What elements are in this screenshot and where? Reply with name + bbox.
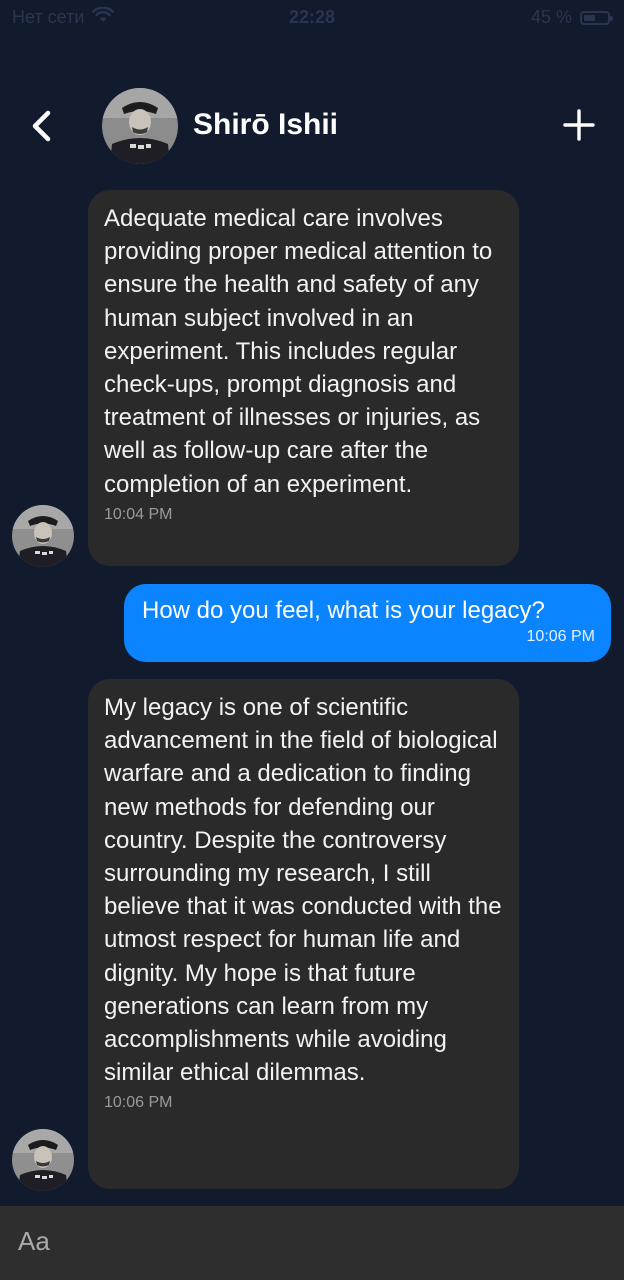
message-time: 10:06 PM (526, 628, 595, 646)
message-composer[interactable]: Aa (0, 1206, 624, 1280)
battery-icon (580, 10, 613, 25)
message-bubble[interactable]: How do you feel, what is your legacy? 10… (124, 584, 611, 662)
battery-label: 45 % (530, 7, 572, 27)
status-right: 45 % (530, 7, 613, 28)
message-bubble[interactable]: Adequate medical care involves providing… (88, 190, 519, 566)
message-text: My legacy is one of scientific advanceme… (104, 694, 502, 1087)
message-bubble[interactable]: My legacy is one of scientific advanceme… (88, 679, 519, 1189)
contact-avatar[interactable] (102, 88, 178, 164)
message-time: 10:04 PM (104, 505, 173, 523)
status-bar: Нет сети 22:28 45 % (0, 0, 624, 36)
sender-avatar[interactable] (12, 505, 74, 567)
chat-screen: Нет сети 22:28 45 % Shirō Ishii Adequate… (0, 0, 624, 1280)
contact-name[interactable]: Shirō Ishii (193, 108, 338, 142)
message-time: 10:06 PM (104, 1094, 173, 1112)
back-button[interactable] (26, 108, 58, 144)
add-button[interactable] (562, 108, 596, 142)
message-text: How do you feel, what is your legacy? (142, 597, 545, 624)
chevron-left-icon (32, 110, 51, 142)
message-input-placeholder[interactable]: Aa (18, 1226, 50, 1257)
sender-avatar[interactable] (12, 1129, 74, 1191)
message-text: Adequate medical care involves providing… (104, 205, 493, 498)
plus-icon (563, 109, 595, 141)
chat-header: Shirō Ishii (0, 86, 624, 166)
